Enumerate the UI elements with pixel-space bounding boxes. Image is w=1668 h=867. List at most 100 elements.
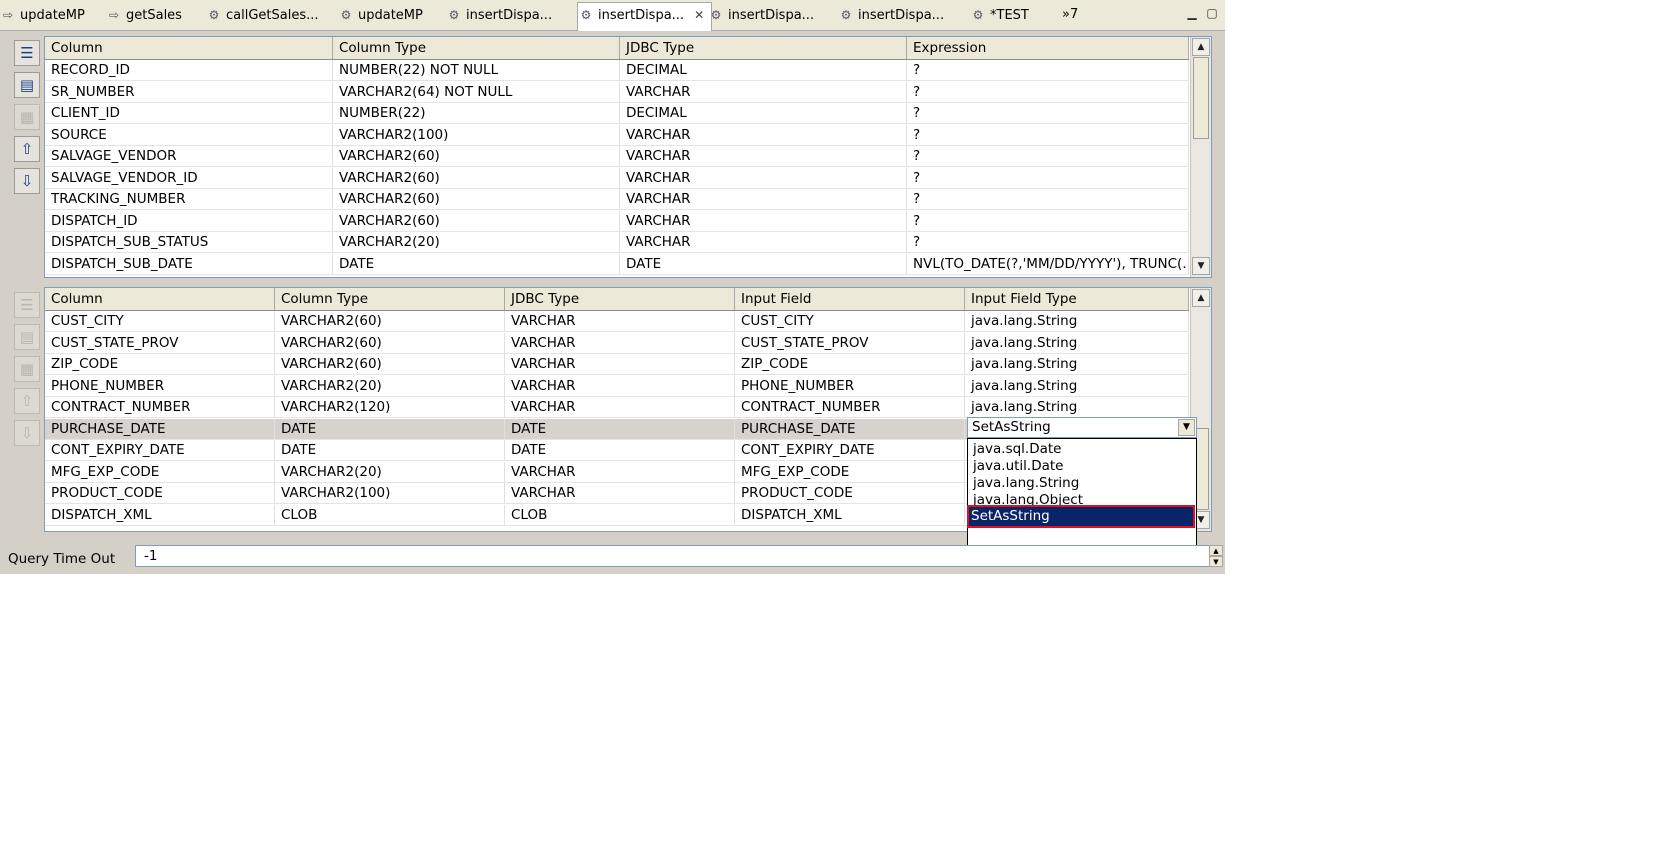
table-cell[interactable]: ?: [907, 167, 1189, 188]
insert-row-button-2[interactable]: ☰: [14, 292, 40, 318]
header-column-type[interactable]: Column Type: [333, 37, 620, 59]
table-cell[interactable]: VARCHAR: [505, 461, 735, 482]
tab-updatemp-1[interactable]: ⇨ updateMP: [0, 3, 85, 27]
table-row[interactable]: SOURCE VARCHAR2(100) VARCHAR?: [45, 124, 1189, 146]
table-cell[interactable]: VARCHAR2(60): [333, 210, 620, 231]
table-cell[interactable]: DISPATCH_SUB_STATUS: [45, 232, 333, 252]
table-cell[interactable]: java.lang.String: [965, 397, 1189, 417]
table-cell[interactable]: VARCHAR2(20): [275, 461, 505, 482]
tab-insertdispa-1[interactable]: ⚙ insertDispa...: [446, 3, 552, 27]
table-cell[interactable]: DATE: [333, 253, 620, 274]
table-cell[interactable]: PRODUCT_CODE: [45, 483, 275, 503]
query-timeout-input[interactable]: -1: [135, 545, 1210, 567]
chevron-down-icon[interactable]: ▼: [1178, 419, 1195, 436]
maximize-icon[interactable]: ▢: [1205, 6, 1219, 20]
table-cell[interactable]: CUST_STATE_PROV: [735, 332, 965, 353]
table-row[interactable]: SALVAGE_VENDOR_ID VARCHAR2(60) VARCHAR?: [45, 167, 1189, 189]
tab-insertdispa-4[interactable]: ⚙ insertDispa...: [838, 3, 944, 27]
table-cell[interactable]: DATE: [505, 440, 735, 460]
table-cell[interactable]: CONT_EXPIRY_DATE: [735, 440, 965, 460]
table-cell[interactable]: CUST_CITY: [45, 311, 275, 331]
table-cell[interactable]: NUMBER(22) NOT NULL: [333, 60, 620, 80]
table-cell[interactable]: VARCHAR2(64) NOT NULL: [333, 81, 620, 102]
delete-row-button-2[interactable]: ▦: [14, 356, 40, 382]
table-cell[interactable]: ?: [907, 103, 1189, 123]
table-cell[interactable]: MFG_EXP_CODE: [45, 461, 275, 482]
table-cell[interactable]: VARCHAR2(100): [333, 124, 620, 145]
table-cell[interactable]: CONT_EXPIRY_DATE: [45, 440, 275, 460]
table-cell[interactable]: java.lang.String: [965, 354, 1189, 374]
table-cell[interactable]: RECORD_ID: [45, 60, 333, 80]
table-cell[interactable]: VARCHAR2(20): [275, 375, 505, 396]
table-row[interactable]: CONTRACT_NUMBER VARCHAR2(120) VARCHAR CONTR…: [45, 397, 1189, 418]
move-up-button[interactable]: ⇧: [14, 136, 40, 162]
scroll-up-icon[interactable]: ▲: [1192, 38, 1210, 56]
table-cell[interactable]: DISPATCH_SUB_DATE: [45, 253, 333, 274]
table-cell[interactable]: SALVAGE_VENDOR: [45, 146, 333, 166]
table-cell[interactable]: VARCHAR2(60): [275, 354, 505, 374]
table-cell[interactable]: VARCHAR: [505, 311, 735, 331]
fill-rows-button-2[interactable]: ▤: [14, 324, 40, 350]
input-field-type-combo[interactable]: SetAsString ▼: [967, 417, 1197, 438]
insert-row-button[interactable]: ☰: [14, 40, 40, 66]
table-cell[interactable]: SOURCE: [45, 124, 333, 145]
table-cell[interactable]: VARCHAR: [620, 167, 907, 188]
header-jdbc-type[interactable]: JDBC Type: [505, 288, 735, 310]
scroll-down-icon[interactable]: ▼: [1192, 257, 1210, 275]
option-setasstring-highlighted[interactable]: SetAsString: [967, 505, 1195, 528]
fill-rows-button[interactable]: ▤: [14, 72, 40, 98]
tab-getsales[interactable]: ⇨ getSales: [106, 3, 182, 27]
table-cell[interactable]: VARCHAR: [620, 81, 907, 102]
table-cell[interactable]: VARCHAR2(60): [275, 332, 505, 353]
scrollbar-thumb[interactable]: [1193, 57, 1209, 139]
table-cell[interactable]: VARCHAR: [620, 189, 907, 209]
table-cell[interactable]: ZIP_CODE: [45, 354, 275, 374]
table-cell[interactable]: VARCHAR2(60): [275, 311, 505, 331]
table-cell[interactable]: PHONE_NUMBER: [735, 375, 965, 396]
scroll-up-icon[interactable]: ▲: [1192, 289, 1210, 307]
tab-insertdispa-3[interactable]: ⚙ insertDispa...: [708, 3, 814, 27]
table-cell[interactable]: VARCHAR2(20): [333, 232, 620, 252]
table-cell[interactable]: VARCHAR: [620, 124, 907, 145]
header-input-field-type[interactable]: Input Field Type: [965, 288, 1189, 310]
close-icon[interactable]: ✕: [694, 8, 704, 22]
table-cell[interactable]: ?: [907, 60, 1189, 80]
table-cell[interactable]: CLOB: [505, 504, 735, 525]
table-cell[interactable]: ZIP_CODE: [735, 354, 965, 374]
table-cell[interactable]: NVL(TO_DATE(?,'MM/DD/YYYY'), TRUNC(...: [907, 253, 1189, 274]
table-cell[interactable]: java.lang.String: [965, 332, 1189, 353]
table-cell[interactable]: ?: [907, 232, 1189, 252]
header-column-type[interactable]: Column Type: [275, 288, 505, 310]
table-cell[interactable]: ?: [907, 210, 1189, 231]
table-cell[interactable]: ?: [907, 146, 1189, 166]
table-row[interactable]: CUST_CITY VARCHAR2(60) VARCHAR CUST_CITY jav…: [45, 311, 1189, 332]
table-cell[interactable]: VARCHAR: [505, 375, 735, 396]
table-row[interactable]: SR_NUMBER VARCHAR2(64) NOT NULL VARCHAR?: [45, 81, 1189, 103]
tab-insertdispa-2-active[interactable]: ⚙ insertDispa... ✕: [577, 2, 712, 31]
table-row[interactable]: SALVAGE_VENDOR VARCHAR2(60) VARCHAR?: [45, 146, 1189, 167]
header-expression[interactable]: Expression: [907, 37, 1189, 59]
query-timeout-spinner[interactable]: ▲ ▼: [1209, 545, 1223, 567]
header-column[interactable]: Column: [45, 288, 275, 310]
table-row[interactable]: RECORD_ID NUMBER(22) NOT NULL DECIMAL?: [45, 60, 1189, 81]
table-cell[interactable]: SALVAGE_VENDOR_ID: [45, 167, 333, 188]
table-cell[interactable]: VARCHAR2(60): [333, 167, 620, 188]
table-row[interactable]: DISPATCH_SUB_DATE DATE DATE NVL(TO_DATE(?,'…: [45, 253, 1189, 275]
table-cell[interactable]: ?: [907, 189, 1189, 209]
table-cell[interactable]: NUMBER(22): [333, 103, 620, 123]
header-input-field[interactable]: Input Field: [735, 288, 965, 310]
table-row[interactable]: CUST_STATE_PROV VARCHAR2(60) VARCHAR CUST_S…: [45, 332, 1189, 354]
table-cell[interactable]: VARCHAR2(100): [275, 483, 505, 503]
tab-overflow-button[interactable]: »7: [1062, 3, 1078, 27]
table-cell[interactable]: DATE: [275, 418, 505, 439]
table-cell[interactable]: SR_NUMBER: [45, 81, 333, 102]
table-cell[interactable]: DISPATCH_XML: [45, 504, 275, 525]
table-cell[interactable]: VARCHAR: [620, 232, 907, 252]
table-row[interactable]: TRACKING_NUMBER VARCHAR2(60) VARCHAR?: [45, 189, 1189, 210]
table-cell[interactable]: java.lang.String: [965, 375, 1189, 396]
header-jdbc-type[interactable]: JDBC Type: [620, 37, 907, 59]
table-cell[interactable]: PHONE_NUMBER: [45, 375, 275, 396]
table-cell[interactable]: VARCHAR2(60): [333, 146, 620, 166]
table-cell[interactable]: CONTRACT_NUMBER: [735, 397, 965, 417]
table-cell[interactable]: DATE: [620, 253, 907, 274]
